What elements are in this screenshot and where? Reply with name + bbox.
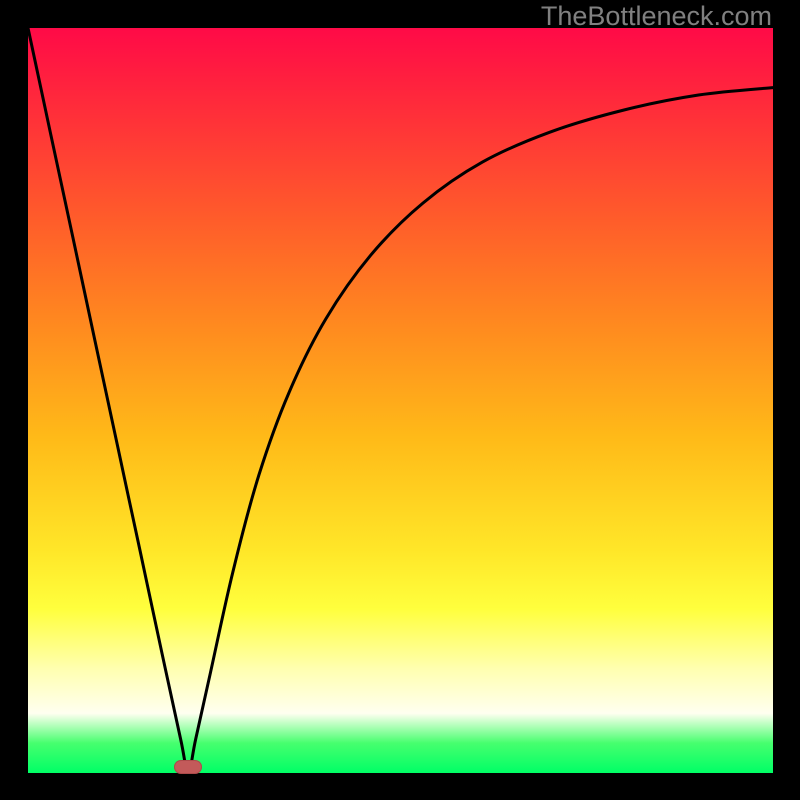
plot-area — [28, 28, 773, 773]
bottleneck-curve — [28, 28, 773, 773]
curve-path — [28, 28, 773, 773]
optimum-marker — [174, 760, 202, 774]
chart-frame: TheBottleneck.com — [0, 0, 800, 800]
